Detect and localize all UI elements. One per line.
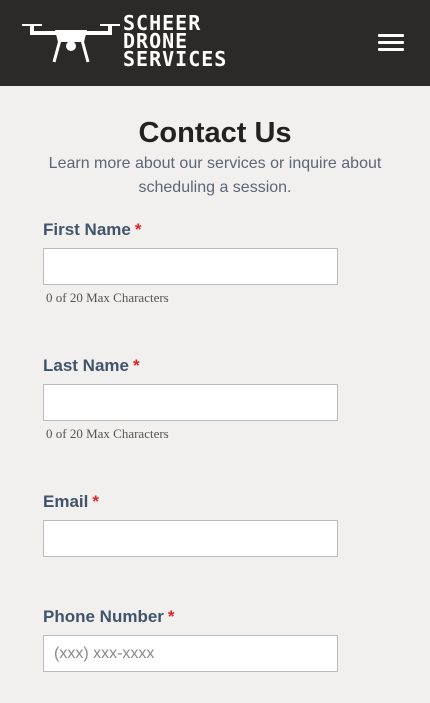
last-name-input[interactable] (43, 384, 338, 421)
first-name-char-count: 0 of 20 Max Characters (46, 290, 169, 305)
last-name-field: Last Name * 0 of 20 Max Characters (43, 356, 387, 442)
email-label: Email * (43, 492, 387, 512)
email-field: Email * (43, 492, 387, 557)
required-marker: * (132, 356, 140, 375)
contact-form-section: Contact Us Learn more about our services… (0, 116, 430, 672)
hamburger-menu-icon[interactable] (378, 34, 404, 54)
first-name-label-text: First Name (43, 220, 131, 239)
menu-bar (378, 41, 404, 44)
required-marker: * (134, 220, 142, 239)
email-input[interactable] (43, 520, 338, 557)
phone-field: Phone Number * (43, 607, 387, 672)
last-name-label: Last Name * (43, 356, 387, 376)
first-name-label: First Name * (43, 220, 387, 240)
email-label-text: Email (43, 492, 89, 511)
page-subtitle: Learn more about our services or inquire… (48, 155, 382, 196)
first-name-input[interactable] (43, 248, 338, 285)
required-marker: * (92, 492, 99, 511)
last-name-label-text: Last Name (43, 356, 129, 375)
phone-input[interactable] (43, 635, 338, 672)
last-name-char-count: 0 of 20 Max Characters (46, 426, 169, 441)
first-name-field: First Name * 0 of 20 Max Characters (43, 220, 387, 306)
menu-bar (378, 48, 404, 51)
phone-label: Phone Number * (43, 607, 387, 627)
brand-name: SCHEER DRONE SERVICES (123, 13, 228, 71)
site-logo[interactable]: SCHEER DRONE SERVICES (22, 13, 228, 71)
phone-label-text: Phone Number (43, 607, 164, 626)
brand-line-3: SERVICES (123, 47, 228, 71)
page-title: Contact Us (138, 117, 292, 149)
site-header: SCHEER DRONE SERVICES (0, 0, 430, 86)
drone-icon (22, 24, 120, 63)
menu-bar (378, 34, 404, 37)
required-marker: * (167, 607, 175, 626)
